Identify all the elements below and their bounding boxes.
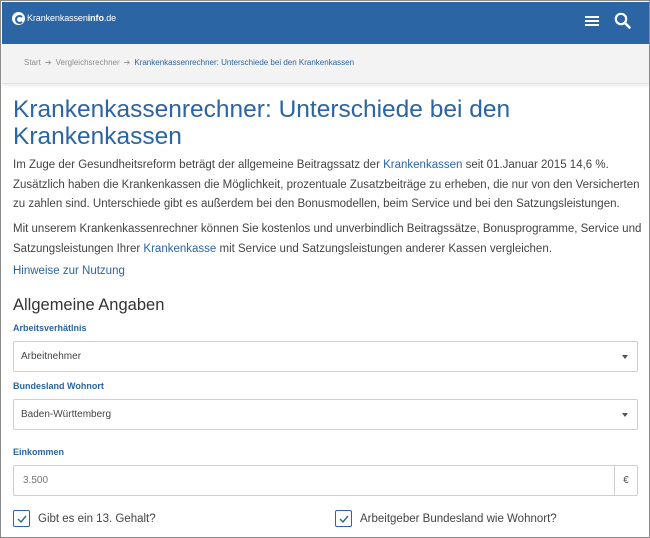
logo-icon [12, 11, 25, 25]
state-select[interactable]: Baden-Württemberg [13, 399, 638, 430]
checkbox-13th-salary[interactable]: Gibt es ein 13. Gehalt? [13, 510, 156, 527]
breadcrumb: Start ➔ Vergleichsrechner ➔ Krankenkasse… [24, 58, 354, 67]
breadcrumb-item-current: Krankenkassenrechner: Unterschiede bei d… [134, 58, 355, 67]
page-title: Krankenkassenrechner: Unterschiede bei d… [13, 96, 511, 150]
checkbox-13th-salary-label: Gibt es ein 13. Gehalt? [38, 512, 156, 525]
breadcrumb-arrow-icon: ➔ [123, 58, 131, 67]
breadcrumb-item-start[interactable]: Start [24, 58, 41, 67]
usage-hints-link[interactable]: Hinweise zur Nutzung [13, 265, 125, 277]
browser-page: Krankenkassen info .de Start ➔ Vergleichsr… [0, 0, 650, 538]
checkbox-employer-state[interactable]: Arbeitgeber Bundesland wie Wohnort? [335, 510, 557, 527]
intro-paragraph-1: Im Zuge der Gesundheitsreform beträgt de… [13, 156, 643, 215]
employment-select[interactable]: Arbeitnehmer [13, 341, 638, 372]
logo-text-bold: info [87, 13, 104, 23]
breadcrumb-arrow-icon: ➔ [44, 58, 52, 67]
hamburger-menu-icon[interactable] [585, 14, 601, 28]
checkmark-icon [17, 515, 27, 523]
intro-paragraph-2: Mit unserem Krankenkassenrechner können … [13, 220, 643, 259]
search-icon[interactable] [613, 11, 633, 31]
employment-select-value: Arbeitnehmer [21, 351, 82, 362]
checkmark-icon [339, 515, 349, 523]
logo-suffix: .de [103, 13, 117, 23]
section-title: Allgemeine Angaben [13, 296, 165, 314]
state-label: Bundesland Wohnort [13, 381, 104, 391]
krankenkasse-link[interactable]: Krankenkasse [143, 243, 216, 255]
chevron-down-icon [622, 413, 628, 417]
checkbox-box[interactable] [13, 510, 30, 527]
chevron-down-icon [622, 355, 628, 359]
logo-text: Krankenkassen [27, 13, 88, 23]
site-logo[interactable]: Krankenkassen info .de [12, 11, 116, 25]
breadcrumb-bar: Start ➔ Vergleichsrechner ➔ Krankenkasse… [2, 44, 649, 84]
intro1-text-a: Im Zuge der Gesundheitsreform beträgt de… [13, 159, 384, 171]
checkbox-employer-state-label: Arbeitgeber Bundesland wie Wohnort? [360, 512, 557, 525]
krankenkassen-link[interactable]: Krankenkassen [383, 159, 462, 171]
currency-addon: € [614, 465, 638, 496]
breadcrumb-item-vergleichsrechner[interactable]: Vergleichsrechner [56, 58, 120, 67]
top-navigation-bar: Krankenkassen info .de [2, 2, 649, 44]
checkbox-box[interactable] [335, 510, 352, 527]
employment-label: Arbeitsverhätlnis [13, 323, 87, 333]
income-label: Einkommen [13, 447, 65, 457]
state-select-value: Baden-Württemberg [21, 409, 112, 420]
intro2-text-b: mit Service und Satzungsleistungen ander… [216, 242, 552, 255]
income-input[interactable] [13, 465, 614, 496]
